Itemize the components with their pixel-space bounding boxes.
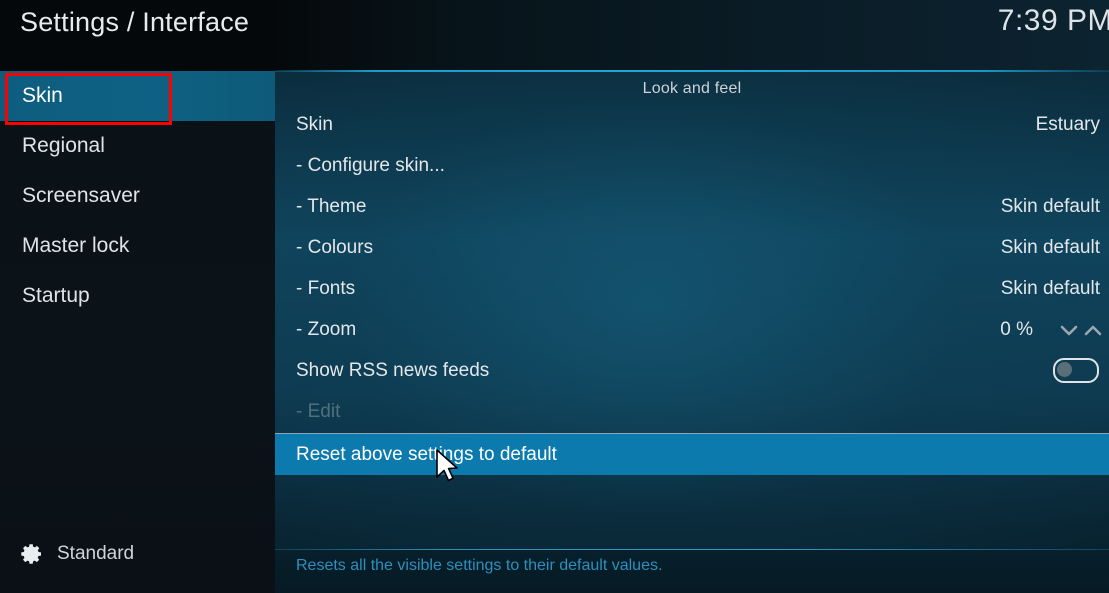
setting-value: Skin default bbox=[1000, 195, 1100, 217]
setting-row-fonts[interactable]: - Fonts Skin default bbox=[275, 268, 1109, 309]
sidebar-item-startup[interactable]: Startup bbox=[0, 271, 275, 321]
setting-row-colours[interactable]: - Colours Skin default bbox=[275, 227, 1109, 268]
setting-label: - Colours bbox=[296, 236, 374, 258]
sidebar-item-master-lock[interactable]: Master lock bbox=[0, 221, 275, 271]
sidebar-item-screensaver[interactable]: Screensaver bbox=[0, 171, 275, 221]
sidebar-item-label: Startup bbox=[22, 284, 90, 307]
sidebar: Skin Regional Screensaver Master lock St… bbox=[0, 71, 275, 593]
rss-toggle-switch[interactable] bbox=[1053, 358, 1099, 383]
setting-row-show-rss-news-feeds[interactable]: Show RSS news feeds bbox=[275, 350, 1109, 391]
window-header: Settings / Interface 7:39 PM bbox=[0, 0, 1109, 71]
setting-label: - Zoom bbox=[296, 318, 357, 340]
setting-value: Skin default bbox=[1000, 277, 1100, 299]
setting-row-skin[interactable]: Skin Estuary bbox=[275, 104, 1109, 145]
settings-level-label: Standard bbox=[57, 543, 135, 564]
setting-row-edit: - Edit bbox=[275, 391, 1109, 432]
setting-label: - Configure skin... bbox=[296, 154, 445, 176]
setting-label: - Edit bbox=[296, 400, 341, 422]
zoom-spinner[interactable]: 0 % bbox=[1000, 319, 1109, 341]
footer-divider bbox=[275, 549, 1109, 550]
setting-value: Skin default bbox=[1000, 236, 1100, 258]
sidebar-item-label: Skin bbox=[22, 84, 63, 107]
settings-level-button[interactable]: Standard bbox=[0, 537, 275, 571]
content-section-heading: Look and feel bbox=[642, 80, 742, 97]
sidebar-item-label: Master lock bbox=[22, 234, 130, 257]
setting-description: Resets all the visible settings to their… bbox=[296, 557, 663, 574]
setting-label: Show RSS news feeds bbox=[296, 359, 490, 381]
clock: 7:39 PM bbox=[997, 4, 1109, 37]
gear-icon bbox=[21, 544, 41, 564]
setting-row-theme[interactable]: - Theme Skin default bbox=[275, 186, 1109, 227]
sidebar-item-regional[interactable]: Regional bbox=[0, 121, 275, 171]
setting-label: Reset above settings to default bbox=[296, 443, 557, 465]
zoom-value: 0 % bbox=[1000, 318, 1033, 340]
setting-value: Estuary bbox=[1035, 113, 1100, 135]
sidebar-item-label: Regional bbox=[22, 134, 105, 157]
setting-label: Skin bbox=[296, 113, 333, 135]
chevron-up-icon[interactable] bbox=[1083, 323, 1103, 337]
setting-label: - Fonts bbox=[296, 277, 356, 299]
toggle-knob bbox=[1057, 362, 1072, 377]
kodi-settings-screen: Settings / Interface 7:39 PM Skin Region… bbox=[0, 0, 1109, 593]
setting-label: - Theme bbox=[296, 195, 367, 217]
chevron-down-icon[interactable] bbox=[1059, 323, 1079, 337]
sidebar-item-skin[interactable]: Skin bbox=[0, 71, 275, 121]
content-top-divider bbox=[275, 70, 1109, 72]
setting-row-reset-above-settings-to-default[interactable]: Reset above settings to default bbox=[275, 433, 1109, 475]
sidebar-item-label: Screensaver bbox=[22, 184, 140, 207]
setting-row-zoom[interactable]: - Zoom 0 % bbox=[275, 309, 1109, 350]
page-title: Settings / Interface bbox=[20, 7, 250, 37]
setting-row-configure-skin[interactable]: - Configure skin... bbox=[275, 145, 1109, 186]
